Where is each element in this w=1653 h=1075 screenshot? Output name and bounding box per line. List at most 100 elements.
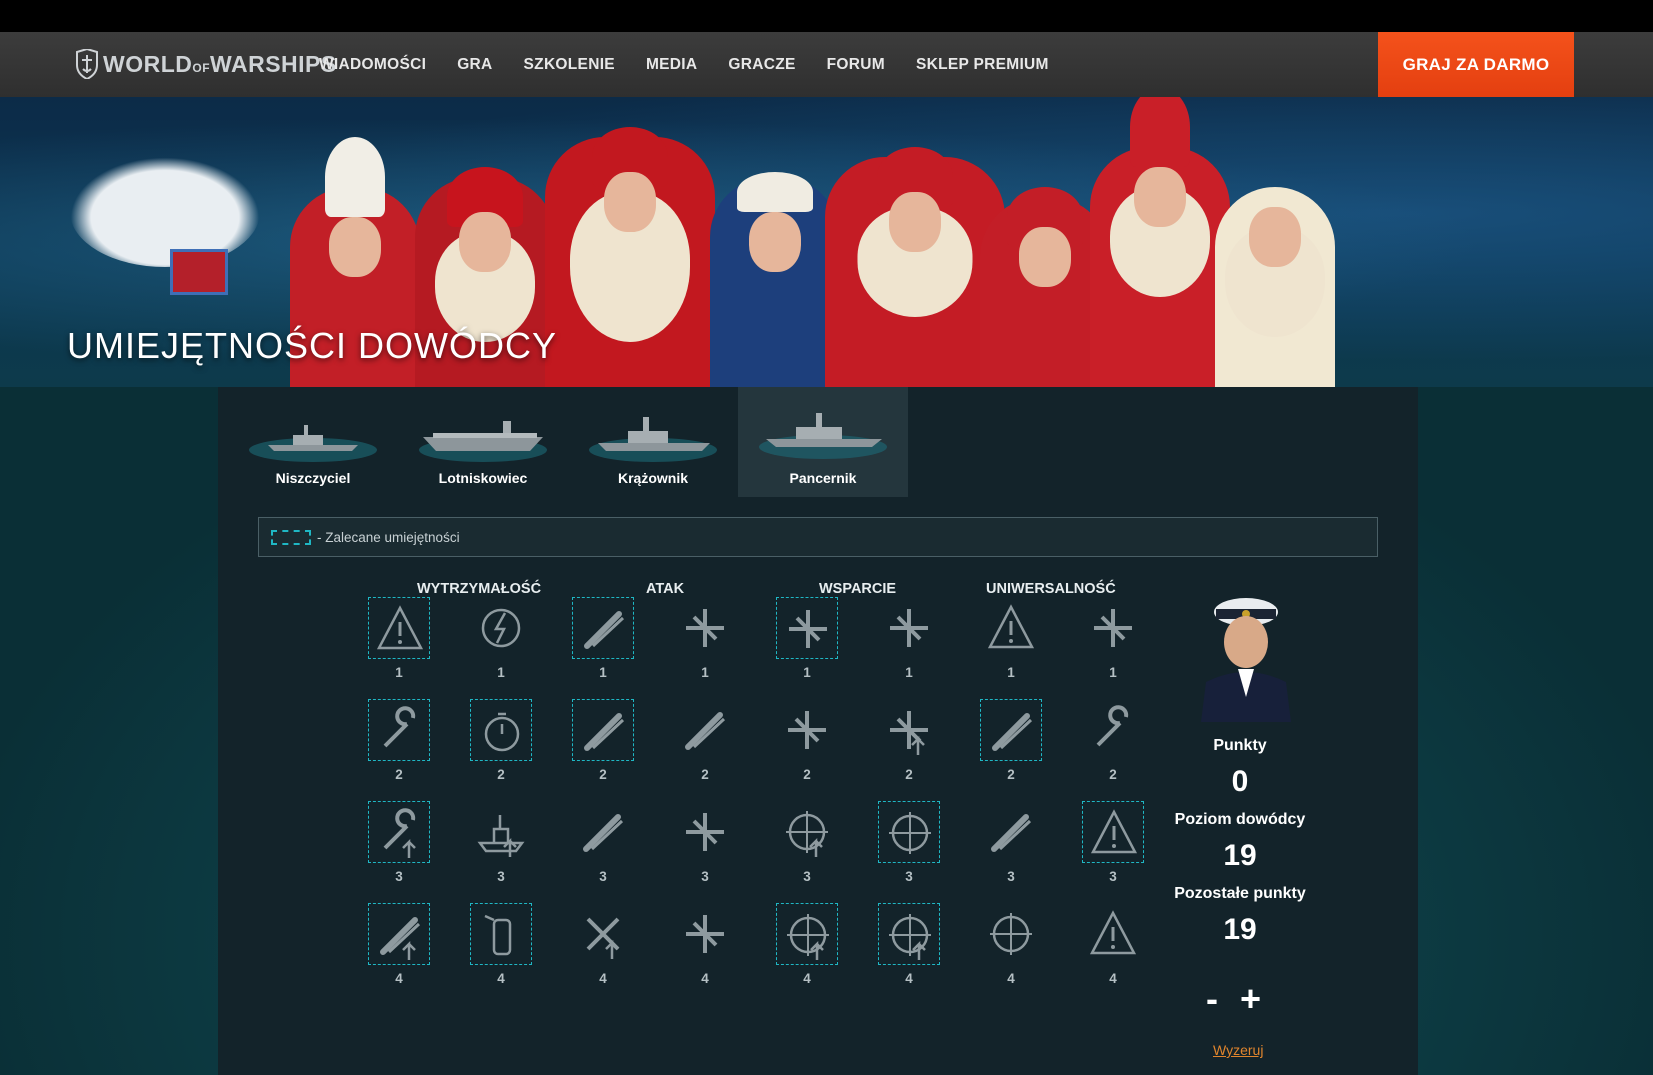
skill-plane-radar[interactable] <box>878 597 940 659</box>
skill-crossed-arrow[interactable] <box>572 903 634 965</box>
nav-item-wiadomosci[interactable]: WIADOMOŚCI <box>319 56 426 74</box>
skill-cost: 4 <box>905 971 913 986</box>
skill-cost: 1 <box>701 665 709 680</box>
torpedo-timer-icon <box>583 814 624 852</box>
skill-plane-bomb-plus[interactable] <box>1082 597 1144 659</box>
skill-cost: 1 <box>803 665 811 680</box>
skill-wrench-arrow[interactable] <box>368 801 430 863</box>
radar-icon <box>990 913 1032 955</box>
no-lightning-icon <box>481 608 521 648</box>
skill-rocket[interactable] <box>674 699 736 761</box>
nav-item-gracze[interactable]: GRACZE <box>728 56 795 74</box>
ship-class-tabs: Niszczyciel Lotniskowiec Krążownik Pance… <box>228 387 908 497</box>
skill-aa-plus[interactable] <box>878 801 940 863</box>
nav-item-media[interactable]: MEDIA <box>646 56 697 74</box>
plane-upgrade-icon <box>788 711 826 749</box>
cruiser-icon <box>589 417 717 462</box>
skill-gun-range[interactable] <box>572 699 634 761</box>
nav-item-szkolenie[interactable]: SZKOLENIE <box>524 56 615 74</box>
skill-warning-down[interactable] <box>1082 903 1144 965</box>
nav-item-gra[interactable]: GRA <box>457 56 492 74</box>
skill-torpedo-warning[interactable] <box>1082 801 1144 863</box>
level-minus-button[interactable]: - <box>1206 978 1218 1020</box>
site-logo[interactable]: WORLDOFWARSHIPS <box>75 46 337 82</box>
skill-cost: 2 <box>701 767 709 782</box>
skill-torpedo-reload[interactable] <box>572 597 634 659</box>
level-plus-button[interactable]: + <box>1240 978 1261 1020</box>
tab-label: Niszczyciel <box>275 470 351 486</box>
shield-logo-icon <box>76 49 98 79</box>
planes-target-icon <box>686 915 724 953</box>
skill-cost: 2 <box>905 767 913 782</box>
skill-aircraft-target[interactable] <box>776 597 838 659</box>
skill-cost: 3 <box>803 869 811 884</box>
skill-cost: 3 <box>395 869 403 884</box>
skill-aa-arrow[interactable] <box>776 801 838 863</box>
skill-cost: 4 <box>803 971 811 986</box>
skill-cost: 2 <box>803 767 811 782</box>
remaining-points-label: Pozostałe punkty <box>1174 885 1306 902</box>
gift-box-image <box>170 249 228 295</box>
warning-down-icon <box>1089 910 1137 955</box>
skill-ship-arrow[interactable] <box>470 801 532 863</box>
battleship-icon <box>759 413 887 459</box>
category-support: WSPARCIE <box>819 581 897 597</box>
tab-label: Pancernik <box>789 470 857 486</box>
skill-shell-warning[interactable] <box>980 597 1042 659</box>
skill-aa-double-arrow[interactable] <box>776 903 838 965</box>
skill-extinguisher[interactable] <box>470 903 532 965</box>
skill-radar[interactable] <box>980 903 1042 965</box>
tab-destroyer[interactable]: Niszczyciel <box>228 387 398 497</box>
skill-warning-circle[interactable] <box>368 597 430 659</box>
skill-shells-arrow[interactable] <box>368 903 430 965</box>
skill-cost: 4 <box>1109 971 1117 986</box>
skill-cost: 3 <box>1109 869 1117 884</box>
skill-stopwatch[interactable] <box>470 699 532 761</box>
skill-planes-target[interactable] <box>674 903 736 965</box>
play-free-button[interactable]: GRAJ ZA DARMO <box>1378 32 1574 97</box>
skill-cost: 1 <box>1109 665 1117 680</box>
wrench-timer-icon <box>383 706 416 748</box>
skill-shells-timer[interactable] <box>980 699 1042 761</box>
shell-warning-icon <box>987 604 1035 649</box>
nav-item-forum[interactable]: FORUM <box>827 56 885 74</box>
skill-wrench-timer[interactable] <box>368 699 430 761</box>
skill-plane-upgrade[interactable] <box>776 699 838 761</box>
skill-plane-timer[interactable] <box>674 597 736 659</box>
skill-cost: 2 <box>1109 767 1117 782</box>
skill-cost: 2 <box>497 767 505 782</box>
skill-plane-arrow[interactable] <box>878 699 940 761</box>
tab-battleship[interactable]: Pancernik <box>738 387 908 497</box>
skill-cost: 3 <box>497 869 505 884</box>
tab-label: Krążownik <box>617 470 688 486</box>
skill-cost: 1 <box>395 665 403 680</box>
skill-cost: 3 <box>905 869 913 884</box>
shell-fire-icon <box>991 814 1032 852</box>
nav-menu: WIADOMOŚCI GRA SZKOLENIE MEDIA GRACZE FO… <box>319 32 1080 97</box>
stopwatch-icon <box>484 712 520 752</box>
nav-item-sklep-premium[interactable]: SKLEP PREMIUM <box>916 56 1049 74</box>
points-label: Punkty <box>1213 737 1267 754</box>
skill-no-lightning[interactable] <box>470 597 532 659</box>
skill-cost: 3 <box>599 869 607 884</box>
tab-cruiser[interactable]: Krążownik <box>568 387 738 497</box>
helm-wrench-icon <box>1096 705 1129 747</box>
plane-radar-icon <box>890 609 928 647</box>
category-endurance: WYTRZYMAŁOŚĆ <box>417 581 542 597</box>
wrench-arrow-icon <box>383 808 416 858</box>
commander-level-value: 19 <box>1223 839 1257 872</box>
tab-carrier[interactable]: Lotniskowiec <box>398 387 568 497</box>
skill-torpedo-timer[interactable] <box>572 801 634 863</box>
skill-cost: 3 <box>1007 869 1015 884</box>
skill-shell-fire[interactable] <box>980 801 1042 863</box>
skill-plane-fire[interactable] <box>674 801 736 863</box>
skill-crosshair-arrow[interactable] <box>878 903 940 965</box>
skill-helm-wrench[interactable] <box>1082 699 1144 761</box>
reset-link[interactable]: Wyzeruj <box>1213 1042 1263 1058</box>
gun-range-icon <box>584 713 625 751</box>
points-value: 0 <box>1231 765 1249 798</box>
skill-cost: 2 <box>599 767 607 782</box>
recommended-marker <box>271 529 311 545</box>
skill-cost: 4 <box>701 971 709 986</box>
skill-cost: 3 <box>701 869 709 884</box>
